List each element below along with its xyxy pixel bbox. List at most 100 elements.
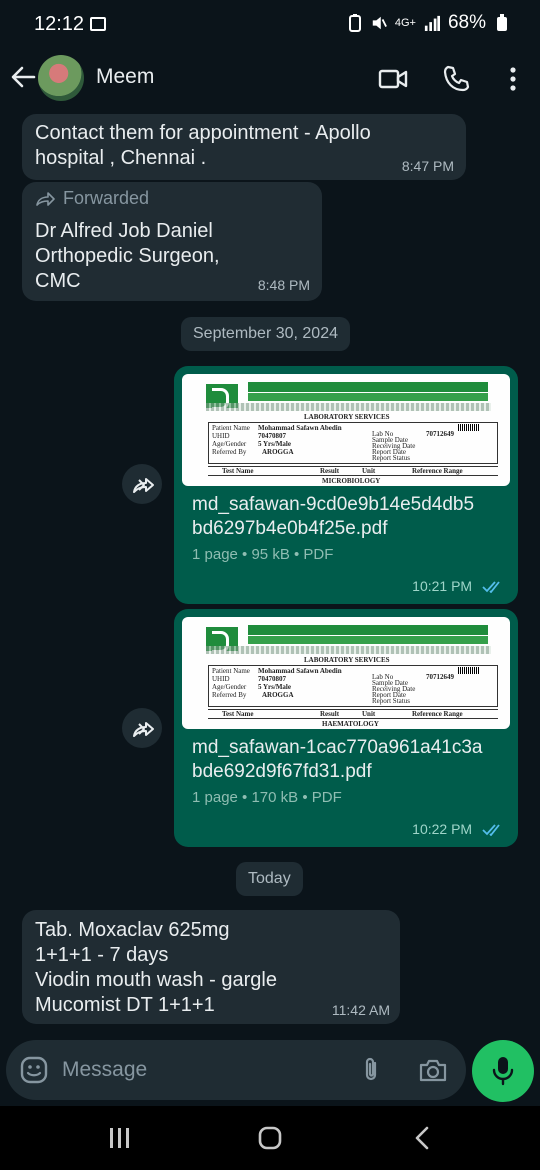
file-meta: 1 page • 170 kB • PDF xyxy=(192,789,342,806)
read-ticks-icon xyxy=(482,581,500,594)
chat-header: Meem xyxy=(0,50,540,112)
pdf-value: Mohammad Safawn Abedin xyxy=(258,424,342,432)
file-meta: 1 page • 95 kB • PDF xyxy=(192,546,334,563)
share-icon xyxy=(133,478,154,493)
forwarded-text: Forwarded xyxy=(63,188,150,208)
pdf-label: Age/Gender xyxy=(212,440,247,448)
forwarded-label: Forwarded xyxy=(35,188,149,209)
mic-button[interactable] xyxy=(472,1040,534,1102)
battery-percent: 68% xyxy=(447,12,486,33)
share-button[interactable] xyxy=(122,708,162,748)
pdf-col-header: Unit xyxy=(362,467,376,475)
lab-banner-bengali xyxy=(248,625,488,635)
file-name-line: bd6297b4e0b4f25e.pdf xyxy=(192,518,388,539)
message-bubble-incoming[interactable]: Forwarded Dr Alfred Job Daniel Orthopedi… xyxy=(22,182,322,301)
message-time: 10:21 PM xyxy=(412,578,473,594)
pdf-barcode xyxy=(458,424,480,431)
file-name-line: md_safawan-9cd0e9b14e5d4db5 xyxy=(192,494,475,515)
video-call-icon[interactable] xyxy=(378,64,408,94)
lab-banner-english xyxy=(248,636,488,644)
date-separator: September 30, 2024 xyxy=(181,317,350,351)
status-bar: 12:12 4G+ 68% xyxy=(0,0,540,50)
pdf-col-header: Reference Range xyxy=(412,710,463,718)
contact-name[interactable]: Meem xyxy=(96,65,154,89)
share-button[interactable] xyxy=(122,464,162,504)
pdf-value: 70470807 xyxy=(258,432,286,440)
gallery-notification-icon xyxy=(90,17,106,31)
lab-banner-english xyxy=(248,393,488,401)
pdf-value: 5 Yrs/Male xyxy=(258,440,291,448)
pdf-col-header: Unit xyxy=(362,710,376,718)
mic-icon xyxy=(492,1057,514,1086)
attach-icon[interactable] xyxy=(358,1056,386,1084)
message-line: Orthopedic Surgeon, xyxy=(35,245,220,267)
message-input[interactable] xyxy=(62,1052,342,1088)
pdf-label: UHID xyxy=(212,432,230,440)
pdf-patient-box xyxy=(208,422,498,464)
message-text: Dr Alfred Job Daniel Orthopedic Surgeon,… xyxy=(35,219,220,294)
pdf-department: HAEMATOLOGY xyxy=(322,720,379,728)
camera-icon[interactable] xyxy=(418,1056,448,1084)
pdf-label: Age/Gender xyxy=(212,683,247,691)
file-name: md_safawan-9cd0e9b14e5d4db5 bd6297b4e0b4… xyxy=(192,493,502,541)
file-name-line: md_safawan-1cac770a961a41c3a xyxy=(192,737,483,758)
lab-banner-bengali xyxy=(248,382,488,392)
pdf-col-header: Test Name xyxy=(222,467,254,475)
message-line: Viodin mouth wash - gargle xyxy=(35,969,277,991)
message-line: Contact them for appointment - Apollo xyxy=(35,122,371,144)
system-nav-bar xyxy=(0,1106,540,1170)
message-composer xyxy=(6,1040,466,1100)
message-bubble-incoming[interactable]: Contact them for appointment - Apollo ho… xyxy=(22,114,466,180)
pdf-label: Patient Name xyxy=(212,424,250,432)
voice-call-icon[interactable] xyxy=(442,64,472,94)
pdf-label: UHID xyxy=(212,675,230,683)
chat-area[interactable]: Contact them for appointment - Apollo ho… xyxy=(0,112,540,1034)
message-time: 8:47 PM xyxy=(401,158,454,174)
read-ticks-icon xyxy=(482,824,500,837)
message-line: CMC xyxy=(35,270,81,292)
pdf-value: 70470807 xyxy=(258,675,286,683)
share-icon xyxy=(133,722,154,737)
message-text: Contact them for appointment - Apollo ho… xyxy=(35,121,371,171)
network-type: 4G+ xyxy=(394,17,416,29)
pdf-value: AROGGA xyxy=(262,448,294,456)
pdf-preview[interactable]: LABORATORY SERVICES Patient Name Mohamma… xyxy=(182,374,510,486)
pdf-value: AROGGA xyxy=(262,691,294,699)
back-nav-icon[interactable] xyxy=(408,1126,438,1150)
pdf-label: Report Status xyxy=(372,454,410,462)
pdf-col-header: Result xyxy=(320,467,340,475)
message-line: Tab. Moxaclav 625mg xyxy=(35,919,230,941)
message-time: 8:48 PM xyxy=(257,277,310,293)
message-line: Mucomist DT 1+1+1 xyxy=(35,994,215,1016)
status-time: 12:12 xyxy=(34,13,85,35)
emoji-icon[interactable] xyxy=(20,1056,48,1084)
file-message-outgoing[interactable]: LABORATORY SERVICES Patient Name Mohamma… xyxy=(174,366,518,604)
message-time: 10:22 PM xyxy=(412,821,473,837)
file-message-outgoing[interactable]: LABORATORY SERVICES Patient Name Mohamma… xyxy=(174,609,518,847)
pdf-patient-box xyxy=(208,665,498,707)
battery-icon xyxy=(497,14,507,31)
pdf-section-title: LABORATORY SERVICES xyxy=(304,413,390,421)
pdf-rule xyxy=(208,475,498,476)
message-bubble-incoming[interactable]: Tab. Moxaclav 625mg 1+1+1 - 7 days Viodi… xyxy=(22,910,400,1024)
home-icon[interactable] xyxy=(255,1126,285,1150)
lab-address-strip xyxy=(206,403,491,411)
message-line: Dr Alfred Job Daniel xyxy=(35,220,213,242)
pdf-value: 70712649 xyxy=(426,430,454,438)
file-name-line: bde692d9f67fd31.pdf xyxy=(192,761,372,782)
message-text: Tab. Moxaclav 625mg 1+1+1 - 7 days Viodi… xyxy=(35,918,277,1018)
pdf-preview[interactable]: LABORATORY SERVICES Patient Name Mohamma… xyxy=(182,617,510,729)
contact-avatar[interactable] xyxy=(38,55,84,101)
date-label: Today xyxy=(248,870,291,887)
pdf-col-header: Reference Range xyxy=(412,467,463,475)
pdf-col-header: Result xyxy=(320,710,340,718)
pdf-department: MICROBIOLOGY xyxy=(322,477,381,485)
more-options-icon[interactable] xyxy=(498,64,528,94)
pdf-col-header: Test Name xyxy=(222,710,254,718)
pdf-section-title: LABORATORY SERVICES xyxy=(304,656,390,664)
recent-apps-icon[interactable] xyxy=(105,1126,135,1150)
pdf-value: 70712649 xyxy=(426,673,454,681)
pdf-barcode xyxy=(458,667,480,674)
back-arrow-icon[interactable] xyxy=(10,64,36,90)
status-indicators: 4G+ 68% xyxy=(347,12,510,34)
